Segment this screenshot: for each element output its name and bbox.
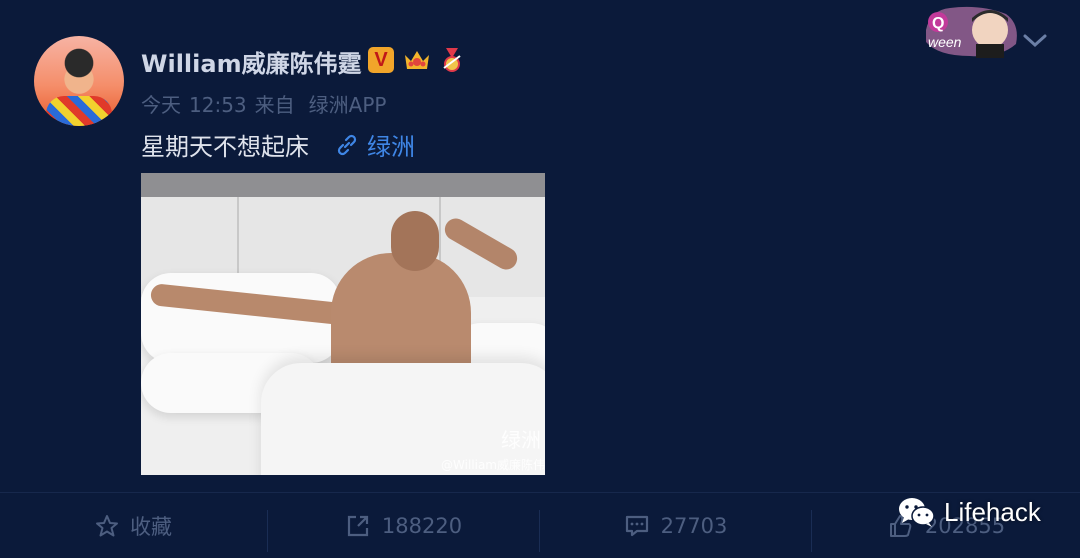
post-from: 来自 (254, 93, 295, 117)
star-icon (96, 514, 118, 536)
post-meta: 今天 12:53 来自 绿洲APP (141, 89, 394, 118)
post-date: 今天 (141, 93, 181, 117)
decoration-text: ween (928, 34, 962, 50)
image-credit: @William威廉陈伟 (441, 458, 545, 472)
repost-count: 188220 (381, 513, 463, 538)
medal-icon[interactable] (440, 46, 464, 74)
lifehack-watermark: Lifehack (898, 496, 1041, 528)
post-source[interactable]: 绿洲APP (309, 93, 387, 117)
repost-button[interactable]: 188220 (268, 493, 538, 558)
repost-icon (347, 515, 369, 536)
lifehack-brand: Lifehack (944, 496, 1041, 527)
image-watermark: 绿洲 (501, 428, 541, 452)
username[interactable]: William威廉陈伟霆 (141, 44, 362, 79)
avatar-shirt (46, 96, 112, 126)
post-content: 星期天不想起床 绿洲 (141, 127, 415, 162)
oasis-link[interactable]: 绿洲 (335, 127, 415, 162)
wechat-icon (899, 498, 935, 527)
comment-count: 27703 (660, 513, 728, 538)
post-time: 12:53 (189, 93, 247, 117)
comment-icon (625, 515, 648, 536)
user-badges: V (368, 46, 464, 74)
comment-button[interactable]: 27703 (540, 493, 810, 558)
figure-head (391, 211, 439, 271)
svg-text:Q: Q (932, 15, 944, 32)
crown-icon[interactable] (402, 47, 432, 73)
avatar[interactable] (34, 36, 124, 126)
verified-badge[interactable]: V (368, 47, 394, 73)
headboard-top (141, 173, 545, 197)
chevron-down-icon[interactable] (1022, 32, 1048, 54)
post-text: 星期天不想起床 (141, 133, 309, 161)
post-image[interactable]: 绿洲 @William威廉陈伟 (141, 173, 545, 475)
favorite-button[interactable]: 收藏 (0, 493, 266, 558)
link-icon (337, 134, 357, 155)
favorite-label: 收藏 (130, 514, 172, 539)
link-label: 绿洲 (367, 133, 415, 161)
fan-badge-decoration: Q ween (920, 0, 1024, 60)
